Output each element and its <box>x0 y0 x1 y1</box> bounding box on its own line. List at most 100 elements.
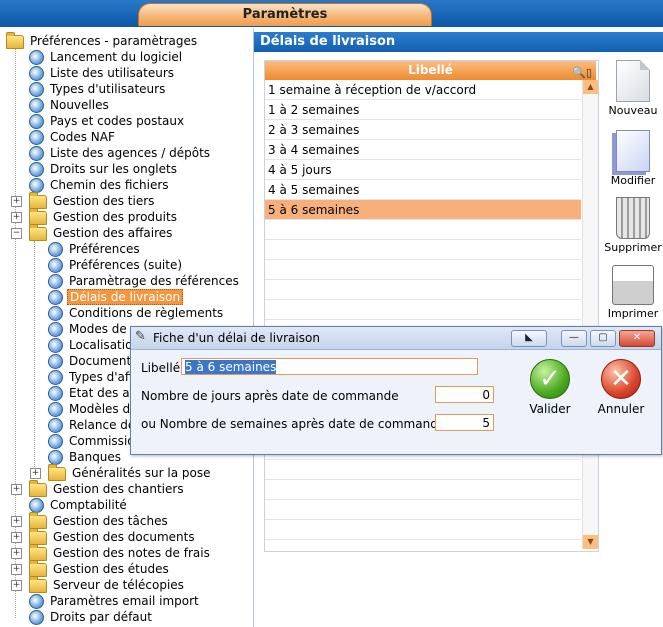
gear-icon <box>48 290 63 305</box>
weeks-field[interactable]: 5 <box>435 414 494 431</box>
tree-item[interactable]: Localisation <box>48 337 142 353</box>
tree-item[interactable]: Paramètrage des références <box>48 273 241 289</box>
tree-item[interactable]: Chemin des fichiers <box>29 177 171 193</box>
gear-icon <box>48 370 63 385</box>
expand-toggle[interactable]: + <box>11 196 22 207</box>
tree-item[interactable]: Relance de <box>48 417 137 433</box>
edit-document-icon <box>616 130 650 172</box>
tree-item[interactable]: Etat des aff <box>48 385 140 401</box>
close-button[interactable]: ✕ <box>619 330 655 347</box>
panel-title: Délais de livraison <box>254 32 663 52</box>
new-button[interactable]: Nouveau <box>602 60 663 117</box>
gear-icon <box>29 162 44 177</box>
expand-toggle[interactable]: + <box>11 564 22 575</box>
cross-icon: ✕ <box>601 359 641 399</box>
edit-button[interactable]: Modifier <box>602 130 663 187</box>
gear-icon <box>48 402 63 417</box>
delete-button[interactable]: Supprimer <box>602 197 663 254</box>
gear-icon <box>29 498 44 513</box>
scroll-up-arrow-icon[interactable]: ▲ <box>583 80 598 94</box>
tree-item[interactable]: Liste des utilisateurs <box>29 65 176 81</box>
tree-item[interactable]: Banques <box>48 449 123 465</box>
tree-folder[interactable]: Gestion des notes de frais <box>29 543 212 561</box>
column-header-libelle[interactable]: Libellé 🔍▯ <box>265 61 596 80</box>
window-menu-button[interactable]: ◣ <box>511 330 547 347</box>
gear-icon <box>48 338 63 353</box>
tree-item[interactable]: Préférences <box>48 241 142 257</box>
libelle-label: Libellé <box>141 361 181 375</box>
gear-icon <box>48 258 63 273</box>
folder-icon <box>29 511 47 529</box>
vertical-scrollbar[interactable]: ▲ ▼ <box>582 80 598 549</box>
table-row-selected[interactable]: 5 à 6 semaines <box>265 200 581 220</box>
tree-item[interactable]: Modes de r <box>48 321 138 337</box>
collapse-toggle[interactable]: − <box>11 228 22 239</box>
tree-item[interactable]: Documents <box>48 353 139 369</box>
tree-folder[interactable]: Gestion des tâches <box>29 511 170 529</box>
days-field[interactable]: 0 <box>435 386 494 403</box>
tree-item[interactable]: Liste des agences / dépôts <box>29 145 212 161</box>
tree-folder[interactable]: Gestion des études <box>29 559 171 577</box>
tree-item-selected[interactable]: Délais de livraison <box>48 289 184 305</box>
expand-toggle[interactable]: + <box>11 516 22 527</box>
tree-item[interactable]: Lancement du logiciel <box>29 49 184 65</box>
tree-folder[interactable]: Serveur de télécopies <box>29 575 186 593</box>
table-row[interactable]: 4 à 5 semaines <box>265 180 581 200</box>
libelle-field[interactable]: 5 à 6 semaines <box>181 358 478 375</box>
tree-item[interactable]: Paramètres email import <box>29 593 201 609</box>
tree-item[interactable]: Droits sur les onglets <box>29 161 179 177</box>
expand-toggle[interactable]: + <box>11 532 22 543</box>
validate-button[interactable]: ✓ Valider <box>520 359 580 416</box>
tree-folder[interactable]: Généralités sur la pose <box>48 463 212 481</box>
tree-folder[interactable]: Gestion des chantiers <box>29 479 186 497</box>
gear-icon <box>29 82 44 97</box>
tree-item[interactable]: Conditions de règlements <box>48 305 225 321</box>
scroll-down-arrow-icon[interactable]: ▼ <box>583 535 598 549</box>
delivery-delays-grid[interactable]: Libellé 🔍▯ 1 semaine à réception de v/ac… <box>264 60 599 552</box>
days-label: Nombre de jours après date de commande <box>141 389 399 403</box>
table-row[interactable]: 1 à 2 semaines <box>265 100 581 120</box>
window-title: Paramètres <box>138 3 432 26</box>
folder-icon <box>29 191 47 209</box>
tree-folder[interactable]: Gestion des documents <box>29 527 197 545</box>
table-row[interactable]: 3 à 4 semaines <box>265 140 581 160</box>
dialog-titlebar[interactable]: ✎ Fiche d'un délai de livraison ◣ — ▢ ✕ <box>131 327 661 350</box>
tree-item[interactable]: Types d'utilisateurs <box>29 81 167 97</box>
gear-icon <box>29 178 44 193</box>
tree-folder[interactable]: Gestion des tiers <box>29 191 156 209</box>
folder-icon <box>29 543 47 561</box>
folder-icon <box>29 559 47 577</box>
gear-icon <box>48 242 63 257</box>
tree-item[interactable]: Préférences (suite) <box>48 257 184 273</box>
table-row[interactable]: 1 semaine à réception de v/accord <box>265 80 581 100</box>
folder-icon <box>29 479 47 497</box>
maximize-button[interactable]: ▢ <box>590 330 616 347</box>
checkmark-icon: ✓ <box>530 359 570 399</box>
tree-item[interactable]: Modèles d'i <box>48 401 139 417</box>
tree-folder[interactable]: Gestion des affaires <box>29 223 174 241</box>
tree-item[interactable]: Types d'aff <box>48 369 135 385</box>
expand-toggle[interactable]: + <box>11 580 22 591</box>
tree-root[interactable]: Préférences - paramètrages <box>6 31 199 49</box>
gear-icon <box>48 418 63 433</box>
printer-icon <box>612 265 654 305</box>
tree-item[interactable]: Comptabilité <box>29 497 129 513</box>
tree-item[interactable]: Codes NAF <box>29 129 117 145</box>
cancel-button[interactable]: ✕ Annuler <box>591 359 651 416</box>
expand-toggle[interactable]: + <box>11 484 22 495</box>
tree-item[interactable]: Droits par défaut <box>29 609 154 625</box>
expand-toggle[interactable]: + <box>11 548 22 559</box>
gear-icon <box>29 50 44 65</box>
gear-icon <box>29 98 44 113</box>
minimize-button[interactable]: — <box>561 330 587 347</box>
expand-toggle[interactable]: + <box>11 212 22 223</box>
table-row[interactable]: 2 à 3 semaines <box>265 120 581 140</box>
tree-item[interactable]: Pays et codes postaux <box>29 113 186 129</box>
gear-icon <box>48 306 63 321</box>
print-button[interactable]: Imprimer <box>602 265 663 320</box>
expand-toggle[interactable]: + <box>30 468 41 479</box>
tree-folder[interactable]: Gestion des produits <box>29 207 179 225</box>
table-row[interactable]: 4 à 5 jours <box>265 160 581 180</box>
tree-item[interactable]: Nouvelles <box>29 97 111 113</box>
gear-icon <box>29 114 44 129</box>
